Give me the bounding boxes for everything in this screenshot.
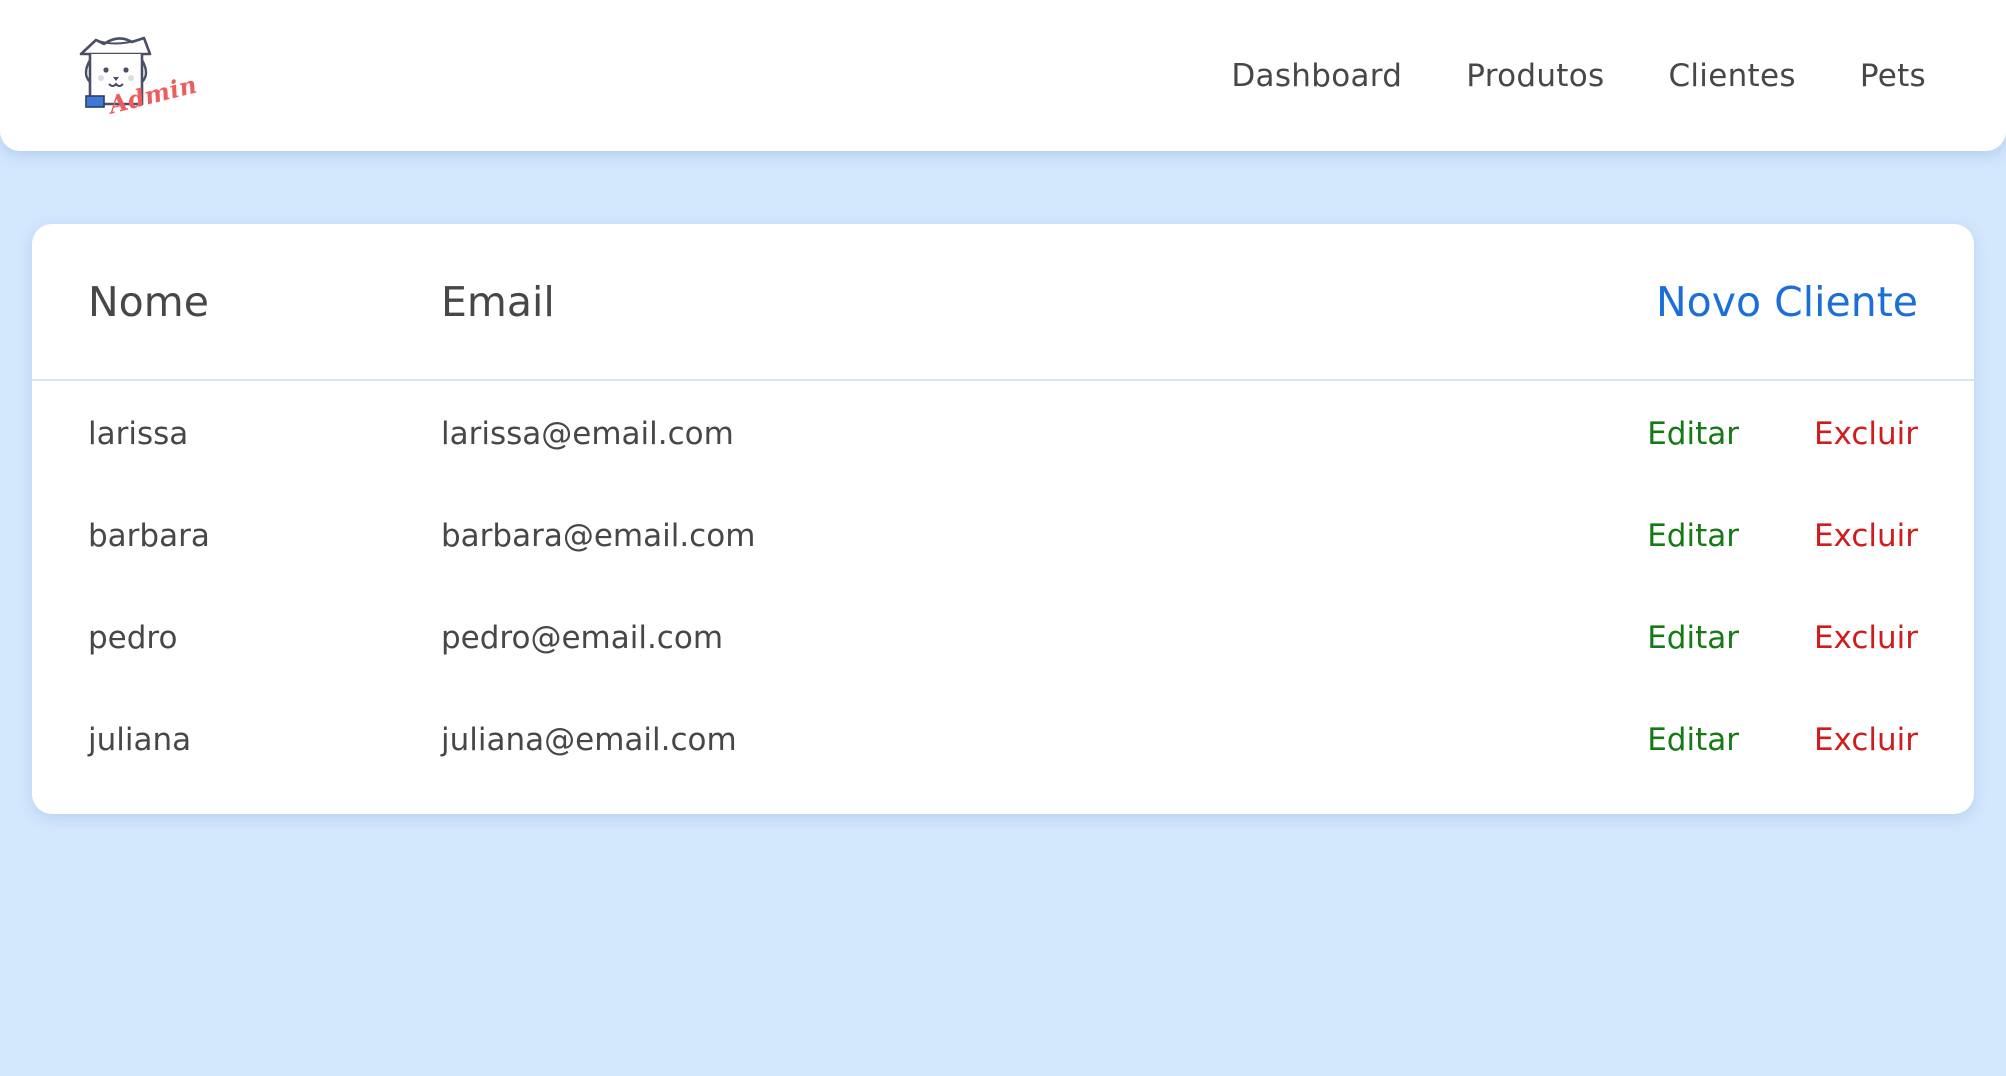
new-client-button[interactable]: Novo Cliente bbox=[1656, 278, 1918, 326]
column-header-nome: Nome bbox=[88, 277, 209, 326]
delete-button[interactable]: Excluir bbox=[1814, 722, 1918, 758]
edit-button[interactable]: Editar bbox=[1647, 620, 1739, 656]
delete-button[interactable]: Excluir bbox=[1814, 518, 1918, 554]
nav-link-dashboard[interactable]: Dashboard bbox=[1231, 58, 1402, 94]
client-name: juliana bbox=[88, 722, 192, 758]
delete-button[interactable]: Excluir bbox=[1814, 416, 1918, 452]
table-body: larissa larissa@email.com Editar Excluir… bbox=[32, 383, 1974, 791]
client-name: larissa bbox=[88, 416, 189, 452]
table-row: pedro pedro@email.com Editar Excluir bbox=[32, 587, 1974, 689]
main-nav: Dashboard Produtos Clientes Pets bbox=[1231, 0, 1926, 151]
table-row: larissa larissa@email.com Editar Excluir bbox=[32, 383, 1974, 485]
client-email: barbara@email.com bbox=[441, 518, 756, 554]
edit-button[interactable]: Editar bbox=[1647, 416, 1739, 452]
clients-table-card: Nome Email Novo Cliente larissa larissa@… bbox=[32, 224, 1974, 814]
column-header-email: Email bbox=[441, 277, 555, 326]
client-email: larissa@email.com bbox=[441, 416, 734, 452]
delete-button[interactable]: Excluir bbox=[1814, 620, 1918, 656]
table-row: juliana juliana@email.com Editar Excluir bbox=[32, 689, 1974, 791]
nav-link-produtos[interactable]: Produtos bbox=[1466, 58, 1604, 94]
nav-link-pets[interactable]: Pets bbox=[1860, 58, 1926, 94]
client-name: pedro bbox=[88, 620, 178, 656]
edit-button[interactable]: Editar bbox=[1647, 518, 1739, 554]
table-header: Nome Email Novo Cliente bbox=[32, 224, 1974, 381]
top-header: Admin Dashboard Produtos Clientes Pets bbox=[0, 0, 2006, 151]
edit-button[interactable]: Editar bbox=[1647, 722, 1739, 758]
table-row: barbara barbara@email.com Editar Excluir bbox=[32, 485, 1974, 587]
admin-logo[interactable]: Admin bbox=[76, 30, 200, 125]
nav-link-clientes[interactable]: Clientes bbox=[1668, 58, 1795, 94]
client-email: juliana@email.com bbox=[441, 722, 737, 758]
client-name: barbara bbox=[88, 518, 210, 554]
client-email: pedro@email.com bbox=[441, 620, 724, 656]
